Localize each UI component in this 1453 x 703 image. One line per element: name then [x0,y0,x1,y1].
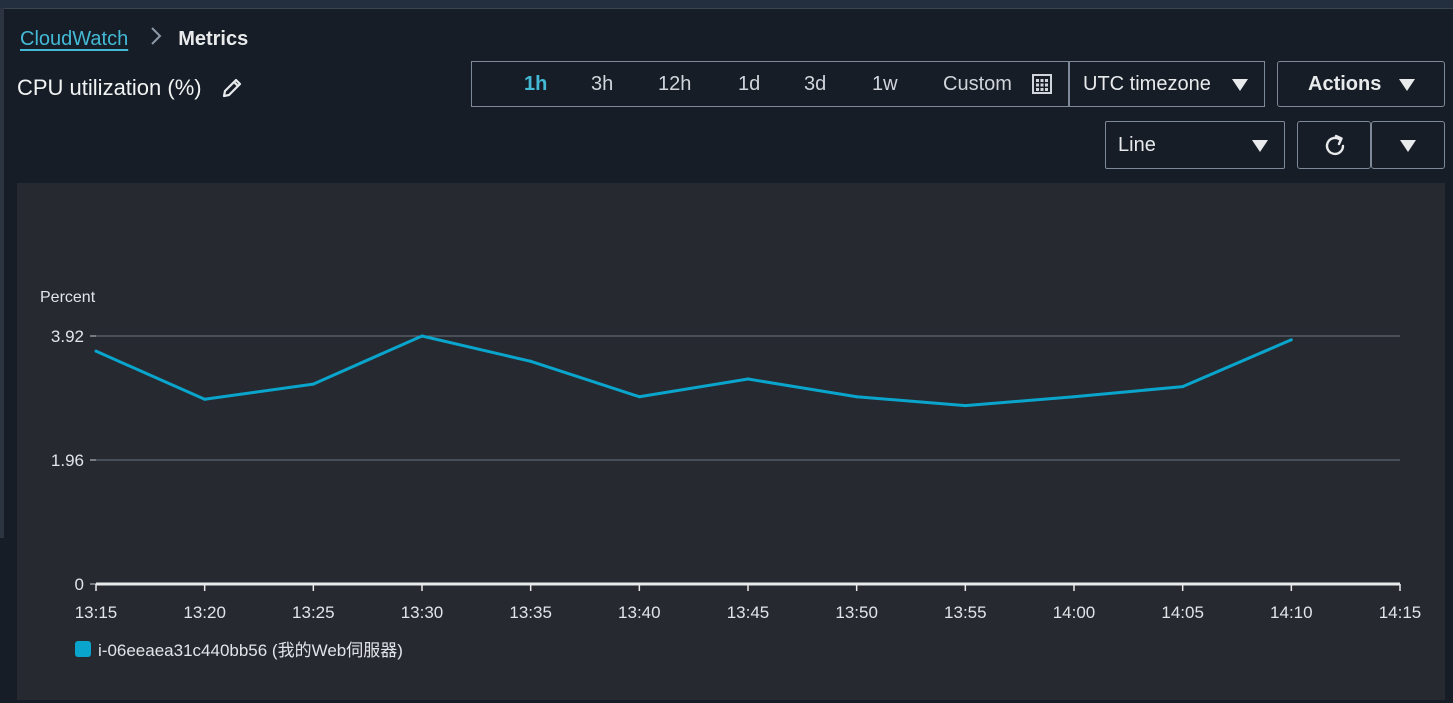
x-tick-label: 13:20 [183,603,226,622]
data-point[interactable] [746,377,750,381]
x-tick-label: 14:15 [1379,603,1422,622]
data-point[interactable] [420,334,424,338]
x-tick-label: 13:40 [618,603,661,622]
data-point[interactable] [855,395,859,399]
x-tick-label: 13:15 [75,603,118,622]
data-point[interactable] [529,359,533,363]
time-range-selector: 1h 3h 12h 1d 3d 1w Custom [471,61,1069,107]
refresh-options-button[interactable] [1371,121,1445,169]
data-point[interactable] [963,404,967,408]
range-option-3d[interactable]: 3d [804,62,826,106]
calendar-icon[interactable] [1031,73,1053,95]
chart-legend[interactable]: i-06eeaea31c440bb56 (我的Web伺服器) [75,636,403,661]
range-option-1d[interactable]: 1d [738,62,760,106]
chevron-down-icon [1400,140,1416,152]
data-point[interactable] [1181,385,1185,389]
range-option-1w[interactable]: 1w [872,62,898,106]
series-line[interactable] [95,334,1292,408]
page-title: CPU utilization (%) [17,75,202,100]
actions-button[interactable]: Actions [1277,61,1445,107]
caret-down-icon [1252,140,1268,152]
cpu-utilization-chart: Percent 3.92 1.96 0 13:15 13:20 13:25 13:30 13… [40,289,1422,622]
data-point[interactable] [1289,338,1293,342]
x-tick-label: 14:10 [1270,603,1313,622]
y-axis-label: Percent [40,289,96,306]
data-point[interactable] [94,349,98,353]
pencil-icon[interactable] [220,76,244,100]
caret-down-icon [1399,79,1415,91]
data-point[interactable] [203,397,207,401]
timezone-select[interactable]: UTC timezone [1069,61,1265,107]
y-tick-label: 0 [75,575,84,594]
chart-panel: Percent 3.92 1.96 0 13:15 13:20 13:25 13:30 13… [17,183,1445,700]
breadcrumb-cloudwatch-link[interactable]: CloudWatch [20,28,128,51]
x-tick-label: 13:50 [835,603,878,622]
x-tick-label: 13:25 [292,603,335,622]
x-tick-label: 13:35 [509,603,552,622]
refresh-button[interactable] [1297,121,1371,169]
x-tick-label: 13:45 [727,603,770,622]
x-tick-label: 13:30 [401,603,444,622]
chart-type-select[interactable]: Line [1105,121,1285,169]
breadcrumb-current: Metrics [178,27,249,50]
actions-label: Actions [1308,73,1382,95]
left-edge [0,8,4,538]
refresh-icon [1325,134,1345,156]
top-border [0,0,1453,9]
legend-series-label: i-06eeaea31c440bb56 (我的Web伺服器) [98,641,403,660]
x-tick-label: 13:55 [944,603,987,622]
chevron-right-icon [150,26,162,52]
page-title-row: CPU utilization (%) [17,75,244,101]
y-tick-label: 3.92 [51,327,84,346]
caret-down-icon [1232,79,1248,91]
range-option-1h[interactable]: 1h [524,62,547,106]
x-tick-label: 14:00 [1053,603,1096,622]
range-option-12h[interactable]: 12h [658,62,691,106]
legend-swatch [75,640,91,657]
range-option-custom[interactable]: Custom [943,62,1012,106]
y-tick-label: 1.96 [51,451,84,470]
data-point[interactable] [311,382,315,386]
range-option-3h[interactable]: 3h [591,62,613,106]
x-tick-label: 14:05 [1161,603,1204,622]
chart-type-label: Line [1118,134,1156,156]
timezone-label: UTC timezone [1083,73,1211,95]
data-point[interactable] [637,395,641,399]
data-point[interactable] [1072,395,1076,399]
breadcrumb: CloudWatch Metrics [20,26,248,52]
